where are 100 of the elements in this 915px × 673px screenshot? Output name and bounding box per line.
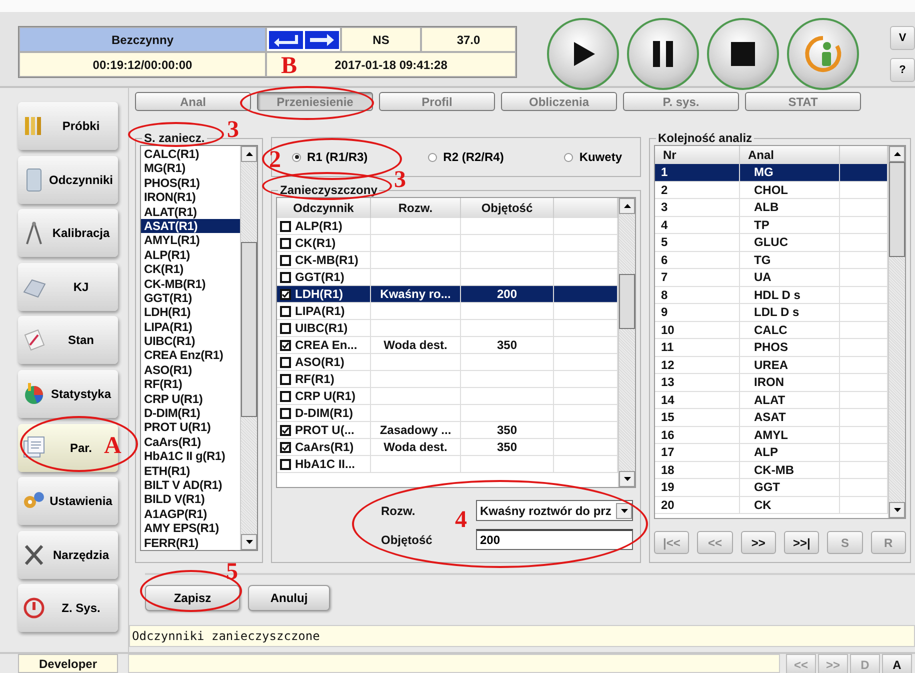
radio-icon[interactable] — [428, 152, 438, 162]
tab[interactable]: P. sys. — [623, 92, 739, 111]
table-row[interactable]: ASO(R1) — [277, 354, 618, 371]
scroll-thumb[interactable] — [619, 274, 635, 329]
list-item[interactable]: ASO(R1) — [141, 362, 240, 378]
table-row[interactable]: 1 MG — [655, 164, 888, 182]
list-item[interactable]: ASAT(R1) — [141, 218, 240, 234]
table-row[interactable]: 17 ALP — [655, 444, 888, 462]
list-item[interactable]: CaArs(R1) — [141, 434, 240, 450]
checkbox[interactable] — [280, 220, 291, 232]
nav-button[interactable]: >>| — [784, 531, 820, 554]
list-item[interactable]: IRON(R1) — [141, 190, 240, 205]
tab[interactable]: Anal — [135, 92, 251, 111]
checkbox[interactable] — [280, 356, 291, 368]
table-row[interactable]: 14 ALAT — [655, 392, 888, 409]
radio-option[interactable]: R2 (R2/R4) — [428, 150, 504, 164]
table-row[interactable]: 12 UREA — [655, 356, 888, 374]
table-row[interactable]: UIBC(R1) — [277, 320, 618, 337]
table-row[interactable]: CK(R1) — [277, 235, 618, 252]
radio-option[interactable]: R1 (R1/R3) — [292, 150, 368, 164]
scroll-down-button[interactable] — [241, 534, 257, 550]
table-row[interactable]: 15 ASAT — [655, 409, 888, 426]
table-row[interactable]: 18 CK-MB — [655, 462, 888, 479]
radio-icon[interactable] — [292, 152, 301, 162]
table-row[interactable]: 11 PHOS — [655, 339, 888, 356]
list-item[interactable]: ALAT(R1) — [141, 204, 240, 219]
scroll-up-button[interactable] — [241, 146, 257, 162]
list-item[interactable]: LIPA(R1) — [141, 320, 240, 334]
list-item[interactable]: FERR(R1) — [141, 536, 240, 550]
solution-dropdown[interactable]: Kwaśny roztwór do prz — [476, 500, 633, 521]
list-item[interactable]: BILD V(R1) — [141, 492, 240, 507]
radio-icon[interactable] — [564, 152, 574, 162]
checkbox[interactable] — [280, 238, 291, 248]
table-row[interactable]: D-DIM(R1) — [277, 405, 618, 422]
sidebar-button[interactable]: Ustawienia — [18, 477, 118, 526]
table-row[interactable]: 5 GLUC — [655, 234, 888, 252]
tab[interactable]: Profil — [379, 92, 495, 111]
list-item[interactable]: CRP U(R1) — [141, 392, 240, 406]
table-row[interactable]: 16 AMYL — [655, 426, 888, 444]
sidebar-button[interactable]: Próbki — [18, 102, 118, 150]
list-item[interactable]: MG(R1) — [141, 161, 240, 176]
scroll-down-button[interactable] — [889, 502, 905, 518]
radio-option[interactable]: Kuwety — [564, 150, 622, 164]
table-row[interactable]: RF(R1) — [277, 371, 618, 388]
list-item[interactable]: A1AGP(R1) — [141, 506, 240, 522]
table-row[interactable]: 4 TP — [655, 216, 888, 234]
list-item[interactable]: CALC(R1) — [141, 147, 240, 162]
list-item[interactable]: GGT(R1) — [141, 290, 240, 306]
table-row[interactable]: 20 CK — [655, 496, 888, 514]
table-row[interactable]: 2 CHOL — [655, 182, 888, 199]
list-item[interactable]: CREA Enz(R1) — [141, 348, 240, 363]
table-row[interactable]: CK-MB(R1) — [277, 252, 618, 269]
footer-button[interactable]: A — [882, 654, 912, 673]
action-button[interactable]: Zapisz — [145, 585, 240, 611]
table-row[interactable]: 10 CALC — [655, 322, 888, 339]
table-row[interactable]: 9 LDL D s — [655, 304, 888, 322]
sidebar-button[interactable]: Stan — [18, 316, 118, 364]
scroll-up-button[interactable] — [889, 146, 905, 162]
list-item[interactable]: AMY EPS(R1) — [141, 521, 240, 536]
tab[interactable]: Obliczenia — [501, 92, 617, 111]
checkbox[interactable] — [280, 254, 291, 266]
table-row[interactable]: 6 TG — [655, 252, 888, 269]
sidebar-button[interactable]: Z. Sys. — [18, 584, 118, 632]
sidebar-button[interactable]: Odczynniki — [18, 156, 118, 204]
list-item[interactable]: CK(R1) — [141, 262, 240, 277]
checkbox[interactable] — [280, 340, 291, 350]
sidebar-button[interactable]: KJ — [18, 262, 118, 311]
checkbox[interactable] — [280, 322, 291, 334]
list-item[interactable]: RF(R1) — [141, 377, 240, 392]
table-row[interactable]: CRP U(R1) — [277, 388, 618, 405]
sidebar-button[interactable]: Narzędzia — [18, 530, 118, 579]
checkbox[interactable] — [280, 306, 291, 316]
table-row[interactable]: ALP(R1) — [277, 218, 618, 235]
checkbox[interactable] — [280, 442, 291, 452]
checkbox[interactable] — [280, 408, 291, 418]
table-row[interactable]: 3 ALB — [655, 199, 888, 216]
list-item[interactable]: D-DIM(R1) — [141, 406, 240, 420]
checkbox[interactable] — [280, 390, 291, 402]
sidebar-button[interactable]: Statystyka — [18, 370, 118, 418]
sidebar-button[interactable]: Kalibracja — [18, 209, 118, 258]
volume-field[interactable]: 200 — [476, 529, 633, 550]
table-row[interactable]: 8 HDL D s — [655, 286, 888, 304]
table-row[interactable]: 13 IRON — [655, 374, 888, 392]
table-row[interactable]: 19 GGT — [655, 479, 888, 496]
action-button[interactable]: Anuluj — [248, 585, 330, 611]
list-item[interactable]: BILT V AD(R1) — [141, 478, 240, 492]
table-row[interactable]: LDH(R1) Kwaśny ro... 200 — [277, 286, 618, 303]
side-button[interactable]: V — [890, 26, 915, 50]
list-item[interactable]: PROT U(R1) — [141, 420, 240, 435]
checkbox[interactable] — [280, 272, 291, 282]
tab[interactable]: STAT — [745, 92, 861, 111]
checkbox[interactable] — [280, 458, 291, 470]
list-item[interactable]: ALP(R1) — [141, 248, 240, 262]
table-row[interactable]: CREA En... Woda dest. 350 — [277, 337, 618, 354]
list-item[interactable]: CK-MB(R1) — [141, 276, 240, 291]
scroll-up-button[interactable] — [619, 198, 635, 214]
list-item[interactable]: UIBC(R1) — [141, 334, 240, 348]
table-row[interactable]: 7 UA — [655, 269, 888, 286]
nav-button[interactable]: >> — [740, 531, 776, 554]
scroll-thumb[interactable] — [889, 162, 905, 257]
